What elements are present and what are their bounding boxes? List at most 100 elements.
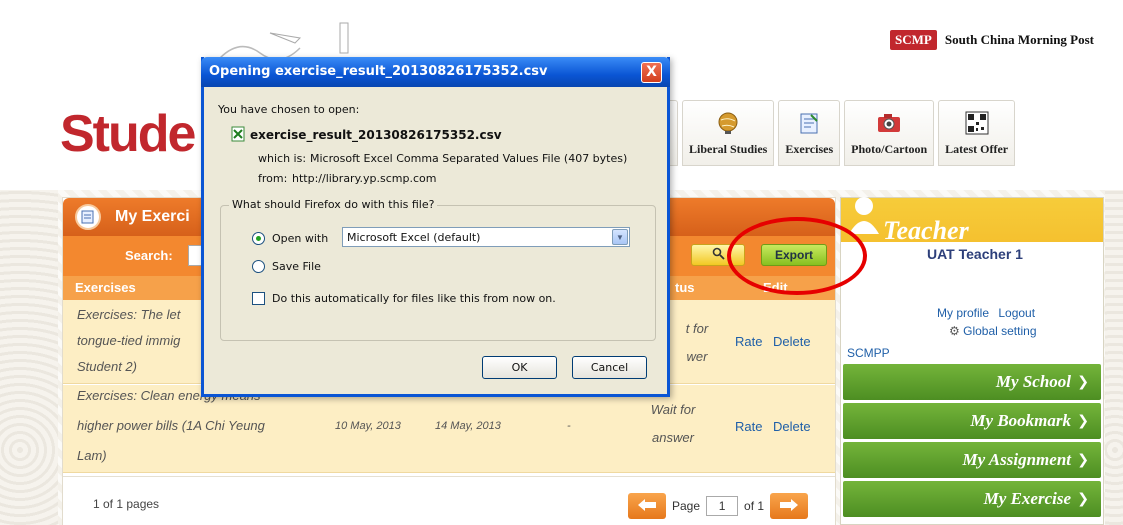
file-type: Microsoft Excel Comma Separated Values F…: [310, 152, 628, 165]
date-due: 14 May, 2013: [435, 420, 501, 432]
action-question: What should Firefox do with this file?: [229, 198, 438, 211]
application-select[interactable]: Microsoft Excel (default) ▼: [342, 227, 630, 247]
teacher-name: UAT Teacher 1: [927, 246, 1023, 262]
my-exercise-button[interactable]: My Exercise ❯: [843, 481, 1101, 517]
source-url: http://library.yp.scmp.com: [292, 172, 437, 185]
dialog-title: Opening exercise_result_20130826175352.c…: [209, 64, 548, 79]
pages-count: 1 of 1 pages: [93, 497, 160, 511]
exercise-icon: [75, 204, 101, 230]
chevron-right-icon: ❯: [1077, 374, 1089, 390]
open-with-label[interactable]: Open with: [272, 232, 328, 245]
rate-link[interactable]: Rate: [735, 334, 762, 349]
which-is-label: which is:: [258, 152, 307, 165]
save-file-label[interactable]: Save File: [272, 260, 321, 273]
nav-item-exercises[interactable]: Exercises: [778, 100, 841, 166]
status-line: Wait for: [650, 402, 696, 417]
exercise-title[interactable]: Exercises: The let tongue-tied immig Stu…: [77, 304, 180, 378]
auto-action-checkbox[interactable]: [252, 292, 265, 305]
prev-page-button[interactable]: [628, 493, 666, 519]
my-assignment-label: My Assignment: [962, 450, 1071, 469]
table-row: Exercises: Clean energy means higher pow…: [63, 385, 835, 473]
nav-item-liberal-studies[interactable]: Liberal Studies: [682, 100, 775, 166]
close-icon: X: [646, 64, 657, 80]
chevron-down-icon[interactable]: ▼: [612, 229, 628, 245]
student-logo[interactable]: Stude: [60, 108, 196, 160]
close-button[interactable]: X: [641, 62, 662, 83]
left-decoration: [0, 190, 58, 525]
date-assigned: 10 May, 2013: [335, 420, 401, 432]
top-nav: e Liberal Studies Exercises Photo/Cartoo…: [648, 100, 1016, 166]
my-bookmark-label: My Bookmark: [970, 411, 1071, 430]
next-page-button[interactable]: [770, 493, 809, 519]
of-pages-label: of 1: [744, 499, 765, 513]
nav-label: Liberal Studies: [689, 142, 768, 156]
qr-code-icon: [964, 110, 990, 136]
page-number-input[interactable]: 1: [706, 496, 739, 516]
global-setting-label: Global setting: [963, 324, 1037, 338]
my-profile-link[interactable]: My profile: [937, 306, 989, 320]
panel-title: My Exerci: [115, 208, 190, 225]
right-decoration: [1105, 190, 1123, 525]
exercise-line: higher power bills (1A Chi Yeung: [77, 418, 265, 433]
notebook-icon: [796, 110, 822, 136]
page-label: Page: [672, 499, 701, 513]
exercise-line: Exercises: The let: [77, 307, 181, 322]
rate-link[interactable]: Rate: [735, 419, 762, 434]
chevron-right-icon: ❯: [1077, 452, 1089, 468]
teacher-name-bar: UAT Teacher 1: [841, 242, 1103, 272]
my-assignment-button[interactable]: My Assignment ❯: [843, 442, 1101, 478]
scmpp-link[interactable]: SCMPP: [847, 346, 890, 360]
chevron-right-icon: ❯: [1077, 491, 1089, 507]
pagination-bar: 1 of 1 pages Page 1 of 1: [63, 476, 835, 525]
exercise-title[interactable]: Exercises: Clean energy means higher pow…: [77, 385, 265, 467]
dialog-titlebar[interactable]: Opening exercise_result_20130826175352.c…: [201, 57, 670, 87]
chevron-right-icon: ❯: [1077, 413, 1089, 429]
exercise-line: Student 2): [77, 359, 137, 374]
pager: Page 1 of 1: [628, 493, 809, 519]
auto-action-label[interactable]: Do this automatically for files like thi…: [272, 292, 556, 305]
nav-item-latest-offer[interactable]: Latest Offer: [938, 100, 1016, 166]
teacher-panel: Teacher UAT Teacher 1 My profile Logout …: [840, 197, 1104, 525]
globe-icon: [715, 110, 741, 136]
exercise-line: tongue-tied immig: [77, 333, 181, 348]
file-open-dialog: Opening exercise_result_20130826175352.c…: [201, 57, 670, 397]
profile-links: My profile Logout: [937, 306, 1041, 320]
score-cell: -: [567, 420, 571, 432]
arrow-left-icon: [637, 498, 657, 515]
nav-label: Latest Offer: [945, 142, 1009, 156]
delete-link[interactable]: Delete: [773, 419, 811, 434]
from-label: from:: [258, 172, 288, 185]
gear-icon: ⚙: [949, 324, 960, 338]
my-exercise-label: My Exercise: [983, 489, 1071, 508]
search-icon: [712, 247, 725, 263]
column-status: tus: [675, 280, 695, 295]
chosen-text: You have chosen to open:: [218, 103, 360, 116]
camera-icon: [876, 110, 902, 136]
save-file-radio[interactable]: [252, 260, 265, 273]
status-line: answer: [652, 430, 694, 445]
teacher-header: Teacher UAT Teacher 1: [841, 197, 1103, 272]
ok-button[interactable]: OK: [482, 356, 557, 379]
nav-item-photo-cartoon[interactable]: Photo/Cartoon: [844, 100, 935, 166]
person-icon: [847, 194, 881, 237]
my-school-button[interactable]: My School ❯: [843, 364, 1101, 400]
exercise-line: Lam): [77, 448, 107, 463]
delete-link[interactable]: Delete: [773, 334, 811, 349]
my-school-label: My School: [995, 372, 1071, 391]
application-value: Microsoft Excel (default): [347, 231, 481, 244]
open-with-radio[interactable]: [252, 232, 265, 245]
scmp-name: South China Morning Post: [944, 32, 1095, 47]
global-setting-link[interactable]: ⚙ Global setting: [949, 324, 1037, 338]
file-name: exercise_result_20130826175352.csv: [250, 128, 502, 142]
scmp-badge: SCMP: [890, 30, 937, 50]
logout-link[interactable]: Logout: [998, 306, 1035, 320]
action-group: What should Firefox do with this file?: [220, 198, 656, 341]
status-cell: t for wer: [677, 318, 717, 368]
column-exercises: Exercises: [75, 280, 136, 295]
cancel-button[interactable]: Cancel: [572, 356, 647, 379]
status-line: wer: [686, 349, 708, 364]
my-bookmark-button[interactable]: My Bookmark ❯: [843, 403, 1101, 439]
nav-label: Exercises: [785, 142, 834, 156]
scmp-logo[interactable]: SCMP South China Morning Post: [890, 30, 1094, 50]
status-cell: Wait for answer: [637, 399, 709, 449]
